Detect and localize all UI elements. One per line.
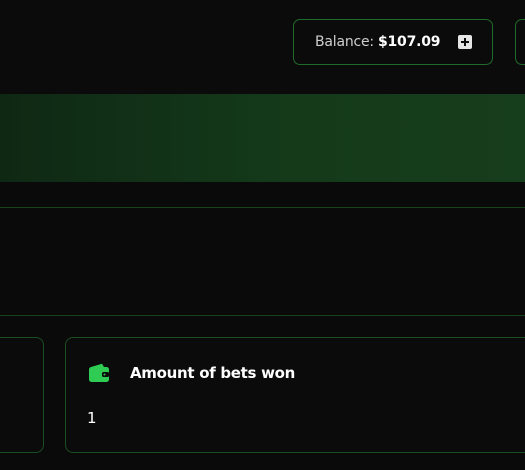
stat-title: Amount of bets won bbox=[130, 364, 296, 382]
stat-card-bets-won: Amount of bets won 1 bbox=[65, 337, 525, 453]
stat-value: 1 bbox=[87, 409, 97, 427]
content-section bbox=[0, 207, 525, 316]
balance-label: Balance: bbox=[315, 34, 374, 50]
promo-banner bbox=[0, 94, 525, 182]
header-edge-button[interactable] bbox=[515, 19, 525, 65]
wallet-icon bbox=[89, 363, 109, 382]
page-root: Balance: $107.09 Amount of bets won 1 bbox=[0, 0, 525, 470]
plus-square-icon bbox=[458, 35, 472, 49]
balance-value: $107.09 bbox=[377, 34, 441, 50]
balance-button[interactable]: Balance: $107.09 bbox=[293, 19, 493, 65]
stat-card-partial bbox=[0, 337, 44, 453]
top-bar: Balance: $107.09 bbox=[0, 0, 525, 94]
